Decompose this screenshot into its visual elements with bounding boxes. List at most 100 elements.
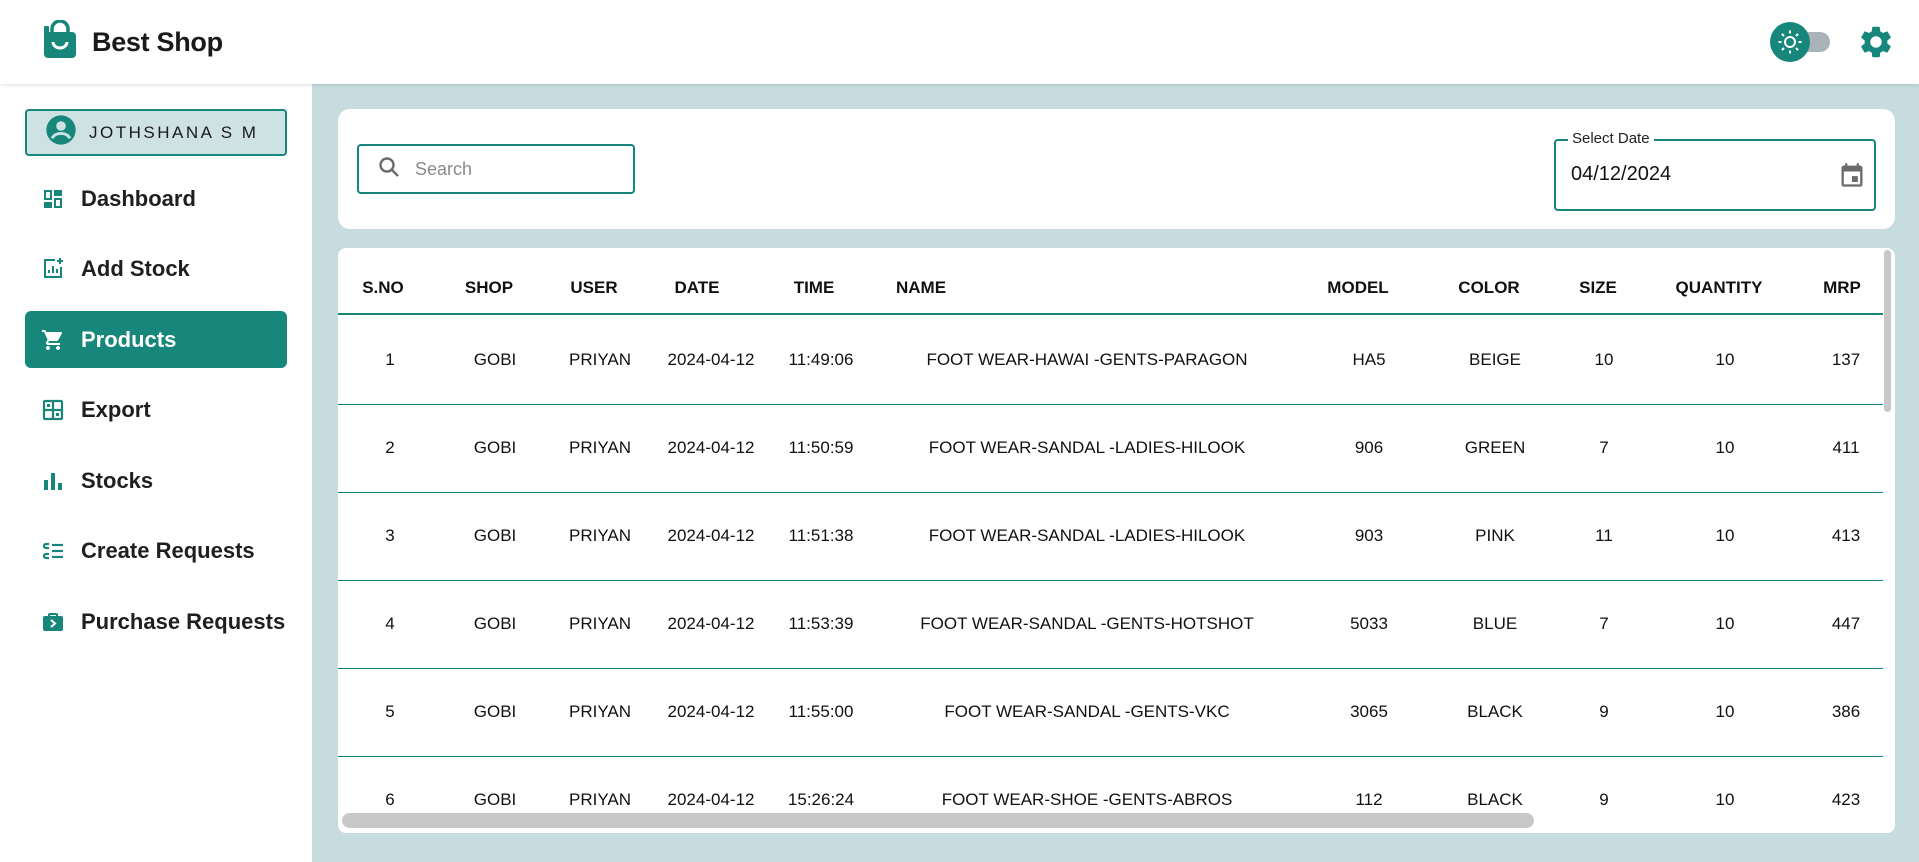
column-header-mrp[interactable]: MRP bbox=[1823, 278, 1861, 298]
add-chart-icon bbox=[41, 257, 65, 281]
cell-date: 2024-04-12 bbox=[667, 702, 755, 721]
horizontal-scrollbar[interactable] bbox=[342, 813, 1534, 828]
sidebar-item-dashboard[interactable]: Dashboard bbox=[25, 170, 287, 227]
cell-mrp: 447 bbox=[1831, 614, 1861, 633]
cell-mrp: 413 bbox=[1831, 526, 1861, 545]
sidebar-item-label: Products bbox=[81, 326, 177, 352]
cart-icon bbox=[41, 328, 65, 352]
cell-user: PRIYAN bbox=[568, 790, 632, 809]
column-header-sno[interactable]: S.NO bbox=[362, 278, 404, 298]
sidebar-item-products[interactable]: Products bbox=[25, 311, 287, 368]
cell-model: HA5 bbox=[1352, 350, 1386, 369]
cell-color: PINK bbox=[1475, 526, 1515, 545]
cell-date: 2024-04-12 bbox=[667, 350, 755, 369]
sidebar-item-export[interactable]: Export bbox=[25, 382, 287, 439]
cell-quantity: 10 bbox=[1715, 614, 1735, 633]
sidebar: JOTHSHANA S M Dashboard Add Stock Produc… bbox=[0, 84, 312, 862]
cell-time: 11:51:38 bbox=[788, 526, 854, 545]
table-row[interactable]: 5 GOBI PRIYAN 2024-04-12 11:55:00 FOOT W… bbox=[338, 669, 1883, 757]
cell-model: 3065 bbox=[1350, 702, 1388, 721]
cell-name: FOOT WEAR-SANDAL -GENTS-VKC bbox=[944, 702, 1230, 721]
sidebar-item-purchase-requests[interactable]: Purchase Requests bbox=[25, 593, 287, 650]
search-placeholder: Search bbox=[415, 158, 473, 179]
cell-name: FOOT WEAR-HAWAI -GENTS-PARAGON bbox=[926, 350, 1248, 369]
cell-user: PRIYAN bbox=[568, 702, 632, 721]
search-icon bbox=[377, 155, 401, 184]
date-picker-value[interactable]: 04/12/2024 bbox=[1571, 163, 1671, 186]
cell-time: 11:49:06 bbox=[788, 350, 854, 369]
briefcase-arrow-icon bbox=[41, 610, 65, 634]
column-header-color[interactable]: COLOR bbox=[1458, 278, 1519, 298]
cell-shop: GOBI bbox=[473, 438, 517, 457]
main-content: Search Select Date 04/12/2024 S.NO SHOP … bbox=[312, 84, 1919, 862]
sun-icon bbox=[1770, 22, 1810, 62]
cell-model: 906 bbox=[1354, 438, 1384, 457]
cell-shop: GOBI bbox=[473, 790, 517, 809]
cell-color: BLACK bbox=[1467, 702, 1523, 721]
calendar-icon[interactable] bbox=[1838, 161, 1866, 194]
column-header-user[interactable]: USER bbox=[570, 278, 617, 298]
cell-sno: 1 bbox=[385, 350, 395, 369]
column-header-model[interactable]: MODEL bbox=[1327, 278, 1388, 298]
sidebar-item-label: Create Requests bbox=[81, 538, 255, 563]
user-name: JOTHSHANA S M bbox=[89, 122, 259, 142]
sidebar-item-label: Export bbox=[81, 397, 151, 422]
user-chip[interactable]: JOTHSHANA S M bbox=[25, 109, 287, 156]
vertical-scrollbar[interactable] bbox=[1884, 250, 1891, 412]
search-input[interactable]: Search bbox=[357, 144, 635, 194]
products-table: S.NO SHOP USER DATE TIME NAME MODEL COLO… bbox=[338, 248, 1895, 833]
cell-mrp: 423 bbox=[1831, 790, 1861, 809]
account-circle-icon bbox=[45, 114, 77, 151]
theme-toggle[interactable] bbox=[1770, 22, 1832, 62]
cell-mrp: 137 bbox=[1831, 350, 1861, 369]
shopping-bag-icon bbox=[40, 19, 80, 65]
column-header-date[interactable]: DATE bbox=[674, 278, 719, 298]
cell-size: 11 bbox=[1595, 526, 1613, 545]
sidebar-nav: Dashboard Add Stock Products Export Stoc… bbox=[25, 170, 287, 664]
column-header-size[interactable]: SIZE bbox=[1579, 278, 1617, 298]
cell-date: 2024-04-12 bbox=[667, 614, 755, 633]
cell-color: GREEN bbox=[1464, 438, 1526, 457]
column-header-time[interactable]: TIME bbox=[794, 278, 835, 298]
brand[interactable]: Best Shop bbox=[40, 19, 223, 65]
cell-size: 7 bbox=[1599, 438, 1609, 457]
cell-user: PRIYAN bbox=[568, 526, 632, 545]
sidebar-item-create-requests[interactable]: Create Requests bbox=[25, 523, 287, 580]
bar-chart-icon bbox=[41, 469, 65, 493]
grid-icon bbox=[41, 398, 65, 422]
cell-user: PRIYAN bbox=[568, 614, 632, 633]
column-header-name[interactable]: NAME bbox=[896, 278, 946, 298]
cell-time: 11:50:59 bbox=[788, 438, 854, 457]
sidebar-item-label: Stocks bbox=[81, 467, 154, 493]
cell-sno: 5 bbox=[385, 702, 395, 721]
cell-quantity: 10 bbox=[1715, 526, 1735, 545]
table-row[interactable]: 4 GOBI PRIYAN 2024-04-12 11:53:39 FOOT W… bbox=[338, 581, 1883, 669]
table-row[interactable]: 3 GOBI PRIYAN 2024-04-12 11:51:38 FOOT W… bbox=[338, 493, 1883, 581]
gear-icon[interactable] bbox=[1856, 22, 1896, 62]
table-row[interactable]: 1 GOBI PRIYAN 2024-04-12 11:49:06 FOOT W… bbox=[338, 317, 1883, 405]
cell-time: 15:26:24 bbox=[787, 790, 855, 809]
sidebar-item-stocks[interactable]: Stocks bbox=[25, 452, 287, 509]
date-picker[interactable]: Select Date 04/12/2024 bbox=[1554, 130, 1876, 211]
cell-shop: GOBI bbox=[473, 526, 517, 545]
cell-time: 11:53:39 bbox=[788, 614, 854, 633]
date-picker-label: Select Date bbox=[1568, 130, 1654, 147]
cell-shop: GOBI bbox=[473, 614, 517, 633]
top-app-bar: Best Shop bbox=[0, 0, 1919, 84]
dashboard-icon bbox=[41, 187, 65, 211]
app-title: Best Shop bbox=[92, 27, 223, 57]
cell-quantity: 10 bbox=[1715, 702, 1735, 721]
cell-mrp: 386 bbox=[1831, 702, 1861, 721]
cell-quantity: 10 bbox=[1715, 790, 1735, 809]
cell-size: 9 bbox=[1599, 702, 1609, 721]
cell-name: FOOT WEAR-SANDAL -LADIES-HILOOK bbox=[928, 526, 1246, 545]
cell-size: 7 bbox=[1599, 614, 1609, 633]
cell-size: 9 bbox=[1599, 790, 1609, 809]
cell-mrp: 411 bbox=[1832, 438, 1860, 457]
table-row[interactable]: 2 GOBI PRIYAN 2024-04-12 11:50:59 FOOT W… bbox=[338, 405, 1883, 493]
column-header-quantity[interactable]: QUANTITY bbox=[1676, 278, 1763, 298]
cell-user: PRIYAN bbox=[568, 438, 632, 457]
column-header-shop[interactable]: SHOP bbox=[465, 278, 513, 298]
list-request-icon bbox=[41, 539, 65, 563]
sidebar-item-add-stock[interactable]: Add Stock bbox=[25, 241, 287, 298]
